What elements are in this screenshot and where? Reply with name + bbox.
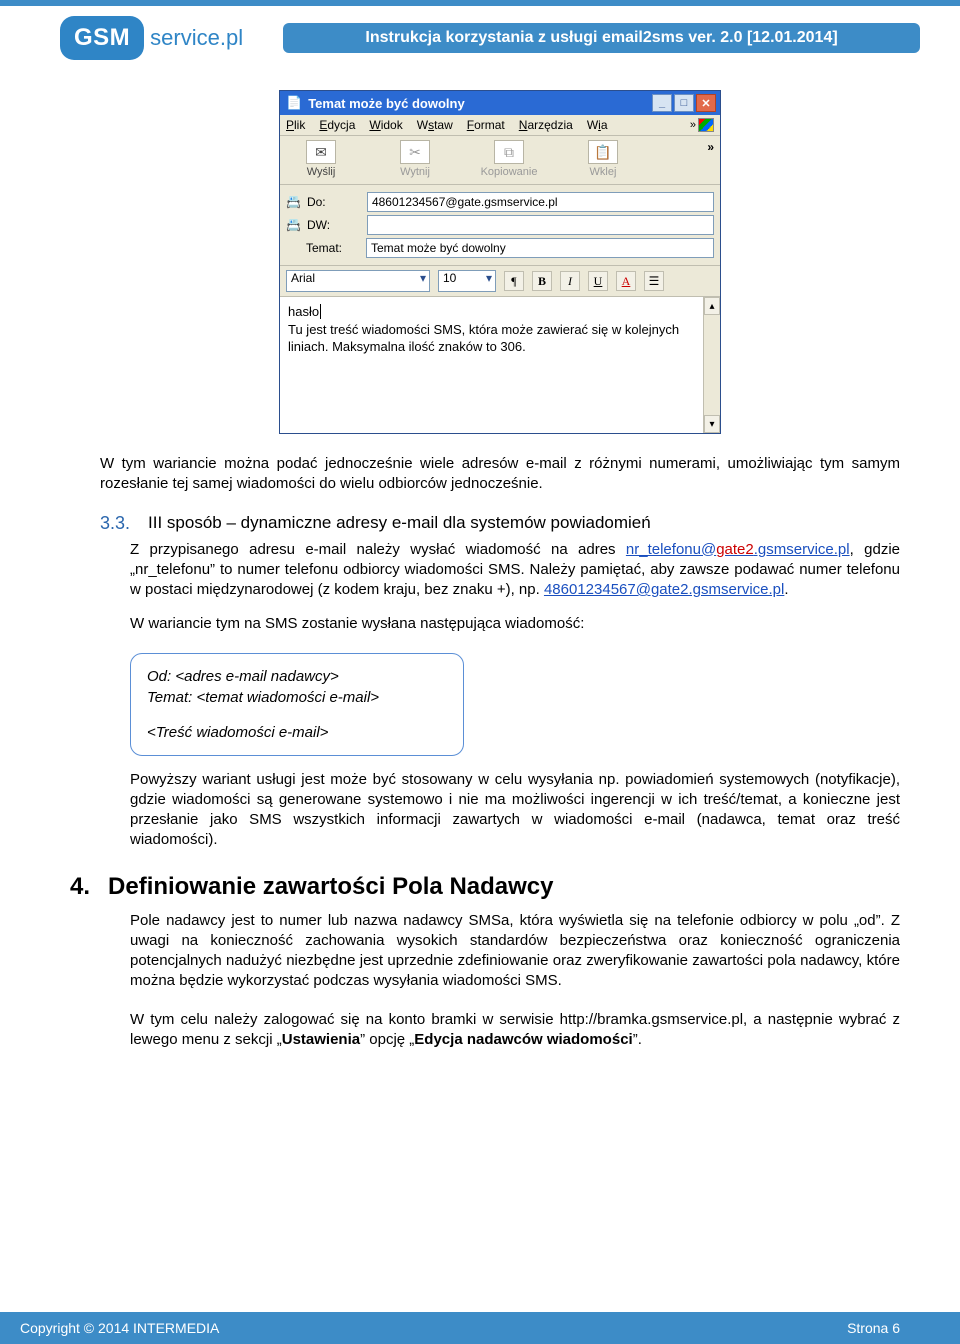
maximize-button[interactable]: □ xyxy=(674,94,694,112)
section-title: Definiowanie zawartości Pola Nadawcy xyxy=(108,873,553,901)
menu-plik[interactable]: Plik xyxy=(286,118,305,132)
sms-template-box: Od: <adres e-mail nadawcy> Temat: <temat… xyxy=(130,653,464,756)
menu-bar: Plik Edycja Widok Wstaw Format Narzędzia… xyxy=(280,115,720,136)
text: gate2 xyxy=(716,541,754,558)
fontsize-select[interactable]: 10 xyxy=(438,270,496,292)
fontcolor-button[interactable]: A xyxy=(616,271,636,291)
box-line: Temat: <temat wiadomości e-mail> xyxy=(147,687,447,708)
copy-icon: ⧉ xyxy=(494,140,524,164)
menu-format[interactable]: Format xyxy=(467,118,505,132)
section-3-3-p3: Powyższy wariant usługi jest może być st… xyxy=(130,770,900,851)
subject-input[interactable]: Temat może być dowolny xyxy=(366,238,714,258)
email-compose-window: 📄 Temat może być dowolny _ □ ✕ Plik Edyc… xyxy=(279,90,721,434)
menu-narzedzia[interactable]: Narzędzia xyxy=(519,118,573,132)
menu-wstaw[interactable]: Wstaw xyxy=(417,118,453,132)
box-line: <Treść wiadomości e-mail> xyxy=(147,722,447,743)
copy-label: Kopiowanie xyxy=(481,166,538,178)
cut-button[interactable]: ✂ Wytnij xyxy=(380,140,450,178)
page-header: GSM service.pl Instrukcja korzystania z … xyxy=(0,6,960,70)
cc-input[interactable] xyxy=(367,215,714,235)
list-button[interactable]: ☰ xyxy=(644,271,664,291)
toolbar: ✉ Wyślij ✂ Wytnij ⧉ Kopiowanie 📋 Wklej » xyxy=(280,136,720,185)
logo-badge: GSM xyxy=(60,16,144,60)
close-button[interactable]: ✕ xyxy=(696,94,716,112)
minimize-button[interactable]: _ xyxy=(652,94,672,112)
format-bar: Arial 10 ¶ B I U A ☰ xyxy=(280,266,720,297)
section-number: 4. xyxy=(70,873,90,901)
paragraph-variant-multi: W tym wariancie można podać jednocześnie… xyxy=(100,454,900,495)
text: ”. xyxy=(633,1031,642,1048)
subject-label: Temat: xyxy=(306,241,360,255)
chevron-right-icon: » xyxy=(690,119,696,131)
page-footer: Copyright © 2014 INTERMEDIA Strona 6 xyxy=(0,1312,960,1344)
section-4-p2: W tym celu należy zalogować się na konto… xyxy=(130,1010,900,1051)
send-button[interactable]: ✉ Wyślij xyxy=(286,140,356,178)
compose-icon: 📄 xyxy=(286,95,302,111)
bold-button[interactable]: B xyxy=(532,271,552,291)
send-label: Wyślij xyxy=(307,166,336,178)
paragraph-button[interactable]: ¶ xyxy=(504,271,524,291)
to-input[interactable]: 48601234567@gate.gsmservice.pl xyxy=(367,192,714,212)
text-bold: Edycja nadawców wiadomości xyxy=(414,1031,632,1048)
addressbook-icon[interactable]: 📇 xyxy=(286,218,301,232)
page-number: Strona 6 xyxy=(847,1320,900,1336)
example-email-link[interactable]: 48601234567@gate2.gsmservice.pl xyxy=(544,581,784,598)
section-number: 3.3. xyxy=(100,513,130,534)
text-bold: Ustawienia xyxy=(282,1031,360,1048)
copy-button[interactable]: ⧉ Kopiowanie xyxy=(474,140,544,178)
paste-button[interactable]: 📋 Wklej xyxy=(568,140,638,178)
menu-widok[interactable]: Widok xyxy=(369,118,402,132)
font-select[interactable]: Arial xyxy=(286,270,430,292)
body-line2: Tu jest treść wiadomości SMS, która może… xyxy=(288,322,679,355)
scroll-up-icon[interactable]: ▴ xyxy=(704,297,720,315)
section-4-p1: Pole nadawcy jest to numer lub nazwa nad… xyxy=(130,911,900,992)
text: Z przypisanego adresu e-mail należy wysł… xyxy=(130,541,626,558)
text: nr_telefonu@ xyxy=(626,541,716,558)
underline-button[interactable]: U xyxy=(588,271,608,291)
send-icon: ✉ xyxy=(306,140,336,164)
section-title: III sposób – dynamiczne adresy e-mail dl… xyxy=(148,513,900,534)
header-fields: 📇 Do: 48601234567@gate.gsmservice.pl 📇 D… xyxy=(280,185,720,266)
scroll-down-icon[interactable]: ▾ xyxy=(704,415,720,433)
text: . xyxy=(784,581,788,598)
section-3-3-heading: 3.3. III sposób – dynamiczne adresy e-ma… xyxy=(100,513,900,534)
menu-overflow[interactable]: » xyxy=(690,118,714,132)
window-titlebar: 📄 Temat może być dowolny _ □ ✕ xyxy=(280,91,720,115)
italic-button[interactable]: I xyxy=(560,271,580,291)
logo-suffix: service.pl xyxy=(150,25,243,51)
cut-label: Wytnij xyxy=(400,166,430,178)
text: ” opcję „ xyxy=(360,1031,414,1048)
paste-icon: 📋 xyxy=(588,140,618,164)
cc-label: DW: xyxy=(307,218,361,232)
toolbar-overflow[interactable]: » xyxy=(707,140,714,178)
logo: GSM service.pl xyxy=(60,16,243,60)
dynamic-email-link[interactable]: nr_telefonu@gate2.gsmservice.pl xyxy=(626,541,850,558)
menu-wia[interactable]: Wia xyxy=(587,118,608,132)
scrollbar[interactable]: ▴ ▾ xyxy=(703,297,720,433)
box-line: Od: <adres e-mail nadawcy> xyxy=(147,666,447,687)
window-title: Temat może być dowolny xyxy=(308,96,650,111)
addressbook-icon[interactable]: 📇 xyxy=(286,195,301,209)
copyright: Copyright © 2014 INTERMEDIA xyxy=(20,1320,219,1336)
body-line1: hasło xyxy=(288,304,319,319)
section-4-heading: 4. Definiowanie zawartości Pola Nadawcy xyxy=(70,873,900,901)
doc-title-strip: Instrukcja korzystania z usługi email2sm… xyxy=(283,23,920,53)
windows-flag-icon xyxy=(698,118,714,132)
to-label: Do: xyxy=(307,195,361,209)
section-3-3-body: Z przypisanego adresu e-mail należy wysł… xyxy=(130,540,900,635)
message-body-area: hasło Tu jest treść wiadomości SMS, któr… xyxy=(280,297,720,433)
paste-label: Wklej xyxy=(590,166,617,178)
cut-icon: ✂ xyxy=(400,140,430,164)
message-body[interactable]: hasło Tu jest treść wiadomości SMS, któr… xyxy=(280,297,703,433)
variant-sms-intro: W wariancie tym na SMS zostanie wysłana … xyxy=(130,614,900,634)
text: .gsmservice.pl xyxy=(754,541,850,558)
menu-edycja[interactable]: Edycja xyxy=(319,118,355,132)
